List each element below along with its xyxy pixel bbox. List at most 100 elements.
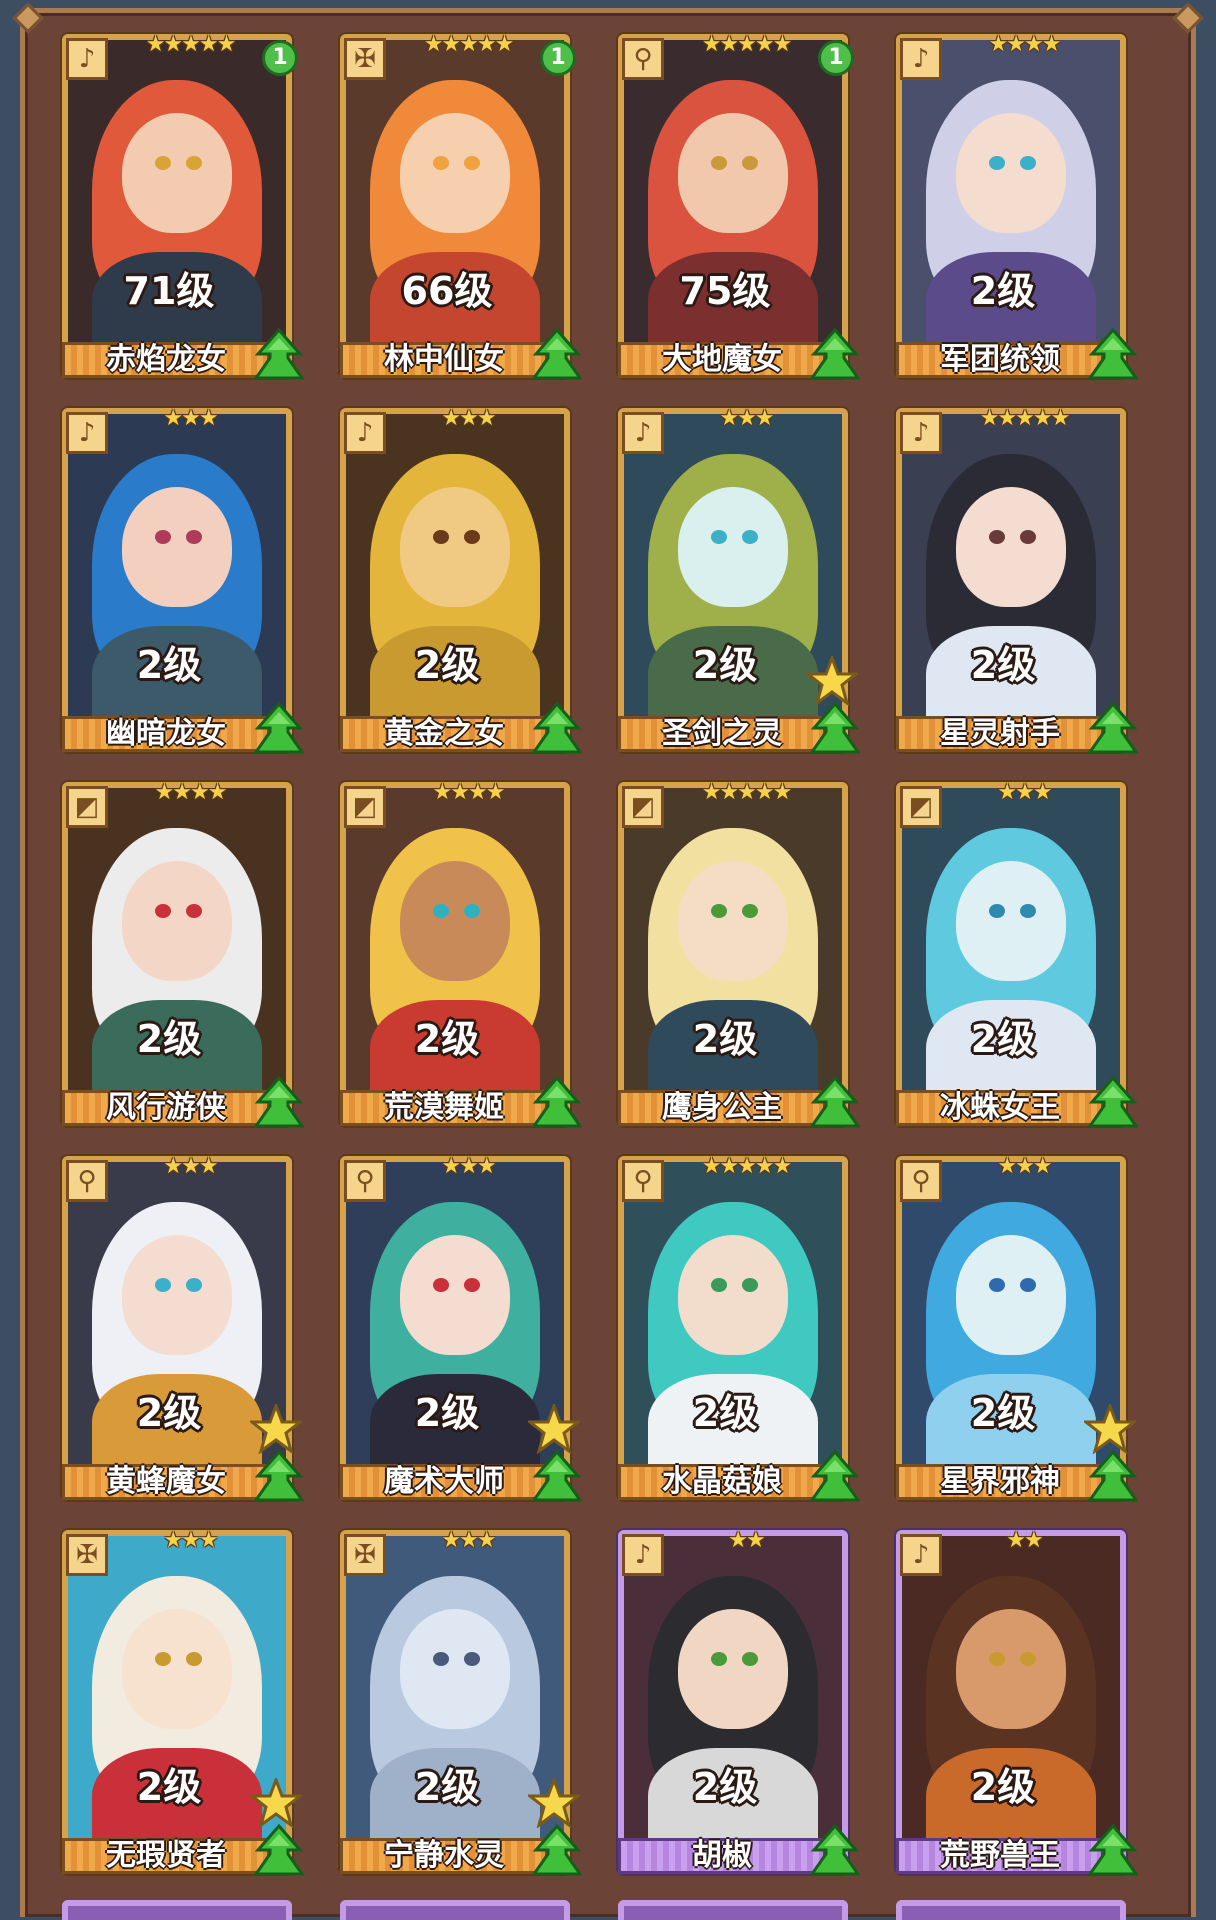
bow-icon: ◩ xyxy=(344,786,386,828)
hero-name: 林中仙女 xyxy=(384,342,504,377)
star-rating: ★★★★★ xyxy=(979,406,1071,431)
count-badge: 1 xyxy=(262,40,298,76)
star-marker-icon xyxy=(1084,1404,1136,1454)
hero-card[interactable]: 2级 胡椒 ♪ ★★ xyxy=(596,1516,860,1876)
hero-portrait xyxy=(902,788,1120,1120)
upgrade-arrow-icon[interactable] xyxy=(810,702,860,754)
staff-icon: ⚲ xyxy=(622,1160,664,1202)
bow-icon: ◩ xyxy=(66,786,108,828)
star-rating: ★★★★★ xyxy=(423,32,515,57)
hero-portrait xyxy=(68,40,286,372)
upgrade-arrow-icon[interactable] xyxy=(1088,1824,1138,1876)
partial-card-top[interactable] xyxy=(340,1900,570,1920)
hero-portrait xyxy=(902,1536,1120,1868)
staff-icon: ⚲ xyxy=(66,1160,108,1202)
bow-icon: ◩ xyxy=(622,786,664,828)
star-rating: ★★★★★ xyxy=(145,32,237,57)
hero-name: 鹰身公主 xyxy=(662,1090,782,1125)
upgrade-arrow-icon[interactable] xyxy=(810,1076,860,1128)
hero-portrait-frame xyxy=(896,782,1126,1126)
hero-name: 无瑕贤者 xyxy=(106,1838,226,1873)
upgrade-arrow-icon[interactable] xyxy=(254,1824,304,1876)
hero-portrait xyxy=(624,40,842,372)
partial-card-top[interactable] xyxy=(618,1900,848,1920)
partial-card-top[interactable] xyxy=(62,1900,292,1920)
shield-icon: ✠ xyxy=(66,1534,108,1576)
partial-card-top[interactable] xyxy=(896,1900,1126,1920)
hero-portrait xyxy=(902,414,1120,746)
hero-card[interactable]: 66级 林中仙女 ✠ ★★★★★ 1 xyxy=(318,20,582,380)
upgrade-arrow-icon[interactable] xyxy=(254,1450,304,1502)
hero-card[interactable]: 75级 大地魔女 ⚲ ★★★★★ 1 xyxy=(596,20,860,380)
upgrade-arrow-icon[interactable] xyxy=(532,702,582,754)
hero-name: 大地魔女 xyxy=(662,342,782,377)
hero-name: 军团统领 xyxy=(940,342,1060,377)
upgrade-arrow-icon[interactable] xyxy=(254,702,304,754)
hero-portrait xyxy=(346,40,564,372)
hero-level: 2级 xyxy=(692,1391,758,1435)
hero-level: 2级 xyxy=(414,1017,480,1061)
hero-card[interactable]: 2级 星界邪神 ⚲ ★★★ xyxy=(874,1142,1138,1502)
hero-portrait-frame xyxy=(896,34,1126,378)
hero-card[interactable]: 2级 魔术大师 ⚲ ★★★ xyxy=(318,1142,582,1502)
upgrade-arrow-icon[interactable] xyxy=(532,1824,582,1876)
hero-card[interactable]: 2级 风行游侠 ◩ ★★★★ xyxy=(40,768,304,1128)
upgrade-arrow-icon[interactable] xyxy=(810,1450,860,1502)
upgrade-arrow-icon[interactable] xyxy=(1088,1076,1138,1128)
hero-card[interactable]: 2级 黄金之女 ♪ ★★★ xyxy=(318,394,582,754)
star-rating: ★★★★★ xyxy=(701,32,793,57)
upgrade-arrow-icon[interactable] xyxy=(810,1824,860,1876)
upgrade-arrow-icon[interactable] xyxy=(532,328,582,380)
hero-portrait xyxy=(68,788,286,1120)
hero-card[interactable]: 2级 黄蜂魔女 ⚲ ★★★ xyxy=(40,1142,304,1502)
upgrade-arrow-icon[interactable] xyxy=(254,1076,304,1128)
upgrade-arrow-icon[interactable] xyxy=(254,328,304,380)
hero-card[interactable]: 2级军团统领 ♪ ★★★★ xyxy=(874,20,1138,380)
hero-card[interactable]: 2级 冰蛛女王 ◩ ★★★ xyxy=(874,768,1138,1128)
hero-portrait-frame xyxy=(618,1156,848,1500)
hero-portrait xyxy=(624,788,842,1120)
hero-name: 魔术大师 xyxy=(384,1464,504,1499)
hero-card[interactable]: 2级鹰身公主 ◩ ★★★★★ xyxy=(596,768,860,1128)
hero-name: 水晶菇娘 xyxy=(662,1464,782,1499)
upgrade-arrow-icon[interactable] xyxy=(532,1076,582,1128)
hero-card[interactable]: 2级 荒漠舞姬 ◩ ★★★★ xyxy=(318,768,582,1128)
upgrade-arrow-icon[interactable] xyxy=(1088,1450,1138,1502)
hero-portrait-frame xyxy=(62,34,292,378)
star-rating: ★★★★★ xyxy=(701,780,793,805)
panel-corner-ornament xyxy=(1172,2,1204,34)
hero-card[interactable]: 2级 幽暗龙女 ♪ ★★★ xyxy=(40,394,304,754)
next-row-partial xyxy=(40,1900,1132,1920)
star-rating: ★★★ xyxy=(997,1154,1052,1179)
hero-portrait xyxy=(624,1536,842,1868)
star-rating: ★★ xyxy=(1006,1528,1043,1553)
hero-name: 星灵射手 xyxy=(940,716,1060,751)
hero-name: 风行游侠 xyxy=(106,1090,226,1125)
hero-card[interactable]: 71级 赤焰龙女 ♪ ★★★★★ 1 xyxy=(40,20,304,380)
hero-card[interactable]: 2级 宁静水灵 ✠ ★★★ xyxy=(318,1516,582,1876)
hero-card[interactable]: 2级 无瑕贤者 ✠ ★★★ xyxy=(40,1516,304,1876)
hero-portrait xyxy=(68,414,286,746)
hero-name: 胡椒 xyxy=(692,1838,752,1873)
hero-card[interactable]: 2级 圣剑之灵 ♪ ★★★ xyxy=(596,394,860,754)
bow-icon: ◩ xyxy=(900,786,942,828)
hero-portrait-frame xyxy=(896,1530,1126,1874)
hero-card[interactable]: 2级 星灵射手 ♪ ★★★★★ xyxy=(874,394,1138,754)
star-rating: ★★★★ xyxy=(988,32,1062,57)
hero-card[interactable]: 2级 荒野兽王 ♪ ★★ xyxy=(874,1516,1138,1876)
upgrade-arrow-icon[interactable] xyxy=(810,328,860,380)
upgrade-arrow-icon[interactable] xyxy=(1088,328,1138,380)
hero-level: 2级 xyxy=(970,269,1036,313)
hero-portrait xyxy=(346,414,564,746)
hero-portrait-frame xyxy=(340,782,570,1126)
hero-portrait-frame xyxy=(340,34,570,378)
hero-card[interactable]: 2级 水晶菇娘 ⚲ ★★★★★ xyxy=(596,1142,860,1502)
hero-name: 幽暗龙女 xyxy=(106,716,226,751)
panel-corner-ornament xyxy=(12,2,44,34)
upgrade-arrow-icon[interactable] xyxy=(532,1450,582,1502)
hero-level: 2级 xyxy=(692,1017,758,1061)
flute-icon: ♪ xyxy=(900,38,942,80)
hero-portrait-frame xyxy=(618,1530,848,1874)
staff-icon: ⚲ xyxy=(900,1160,942,1202)
upgrade-arrow-icon[interactable] xyxy=(1088,702,1138,754)
